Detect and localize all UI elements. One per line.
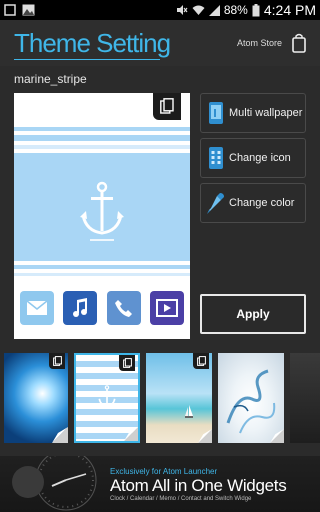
clock-widget-icon [12, 456, 97, 511]
change-icon-button[interactable]: Change icon [200, 138, 306, 178]
change-color-label: Change color [229, 197, 295, 209]
atom-store-link[interactable]: Atom Store [237, 38, 282, 48]
multi-wallpaper-icon [209, 102, 223, 124]
clock: 4:24 PM [263, 2, 316, 18]
ad-banner[interactable]: Exclusively for Atom Launcher Atom All i… [0, 456, 320, 512]
stripe [14, 135, 190, 141]
notification-icon [4, 4, 16, 16]
theme-thumbnail-strip[interactable] [0, 353, 320, 443]
status-bar: 88% 4:24 PM [0, 0, 320, 20]
phone-icon [114, 300, 132, 317]
preview-copy-badge [153, 93, 181, 120]
thumbnail-dark[interactable] [290, 353, 320, 443]
dock-video [149, 291, 184, 325]
wifi-icon [192, 5, 205, 15]
video-icon [155, 299, 178, 317]
music-icon [73, 298, 88, 317]
page-title: Theme Setting [14, 28, 171, 58]
sailboat-icon [185, 405, 193, 418]
stripe [14, 127, 190, 131]
thumbnail-sailboat-beach[interactable] [146, 353, 212, 443]
page-curl [198, 429, 212, 443]
mute-icon [176, 5, 188, 15]
change-icon-icon [209, 147, 223, 169]
stripe [14, 265, 190, 269]
theme-preview [14, 93, 190, 339]
ad-subtitle: Exclusively for Atom Launcher [110, 467, 218, 476]
page-curl [270, 429, 284, 443]
image-icon [22, 4, 35, 16]
dropper-icon [207, 193, 224, 214]
page-curl [52, 427, 68, 443]
theme-name: marine_stripe [14, 72, 87, 86]
battery-icon [252, 3, 260, 16]
signal-icon [208, 4, 220, 16]
copy-icon [122, 358, 132, 368]
mail-icon [26, 300, 48, 315]
header: Theme Setting Atom Store [0, 20, 320, 66]
copy-icon [196, 356, 206, 366]
dock-music [63, 291, 98, 325]
thumbnail-marine-stripe[interactable] [74, 353, 140, 443]
dock-mail [20, 291, 54, 325]
thumbnail-sky-sunburst[interactable] [4, 353, 68, 443]
dock-phone [106, 291, 141, 325]
change-color-button[interactable]: Change color [200, 183, 306, 223]
title-underline [14, 59, 160, 60]
thumbnail-ink-smoke[interactable] [218, 353, 284, 443]
battery-percent: 88% [223, 3, 248, 17]
store-bag-icon[interactable] [292, 33, 306, 53]
apply-button[interactable]: Apply [200, 294, 306, 334]
multi-wallpaper-label: Multi wallpaper [229, 107, 303, 119]
anchor-icon [80, 181, 124, 241]
multi-wallpaper-button[interactable]: Multi wallpaper [200, 93, 306, 133]
stripe [14, 273, 190, 276]
copy-icon [160, 98, 174, 114]
stripe [14, 145, 190, 149]
copy-icon [52, 356, 62, 366]
preview-dock [20, 291, 184, 329]
change-icon-label: Change icon [229, 152, 291, 164]
ad-title: Atom All in One Widgets [110, 476, 287, 495]
anchor-icon [98, 385, 116, 407]
page-curl [124, 427, 138, 441]
ad-description: Clock / Calendar / Memo / Contact and Sw… [110, 496, 252, 502]
